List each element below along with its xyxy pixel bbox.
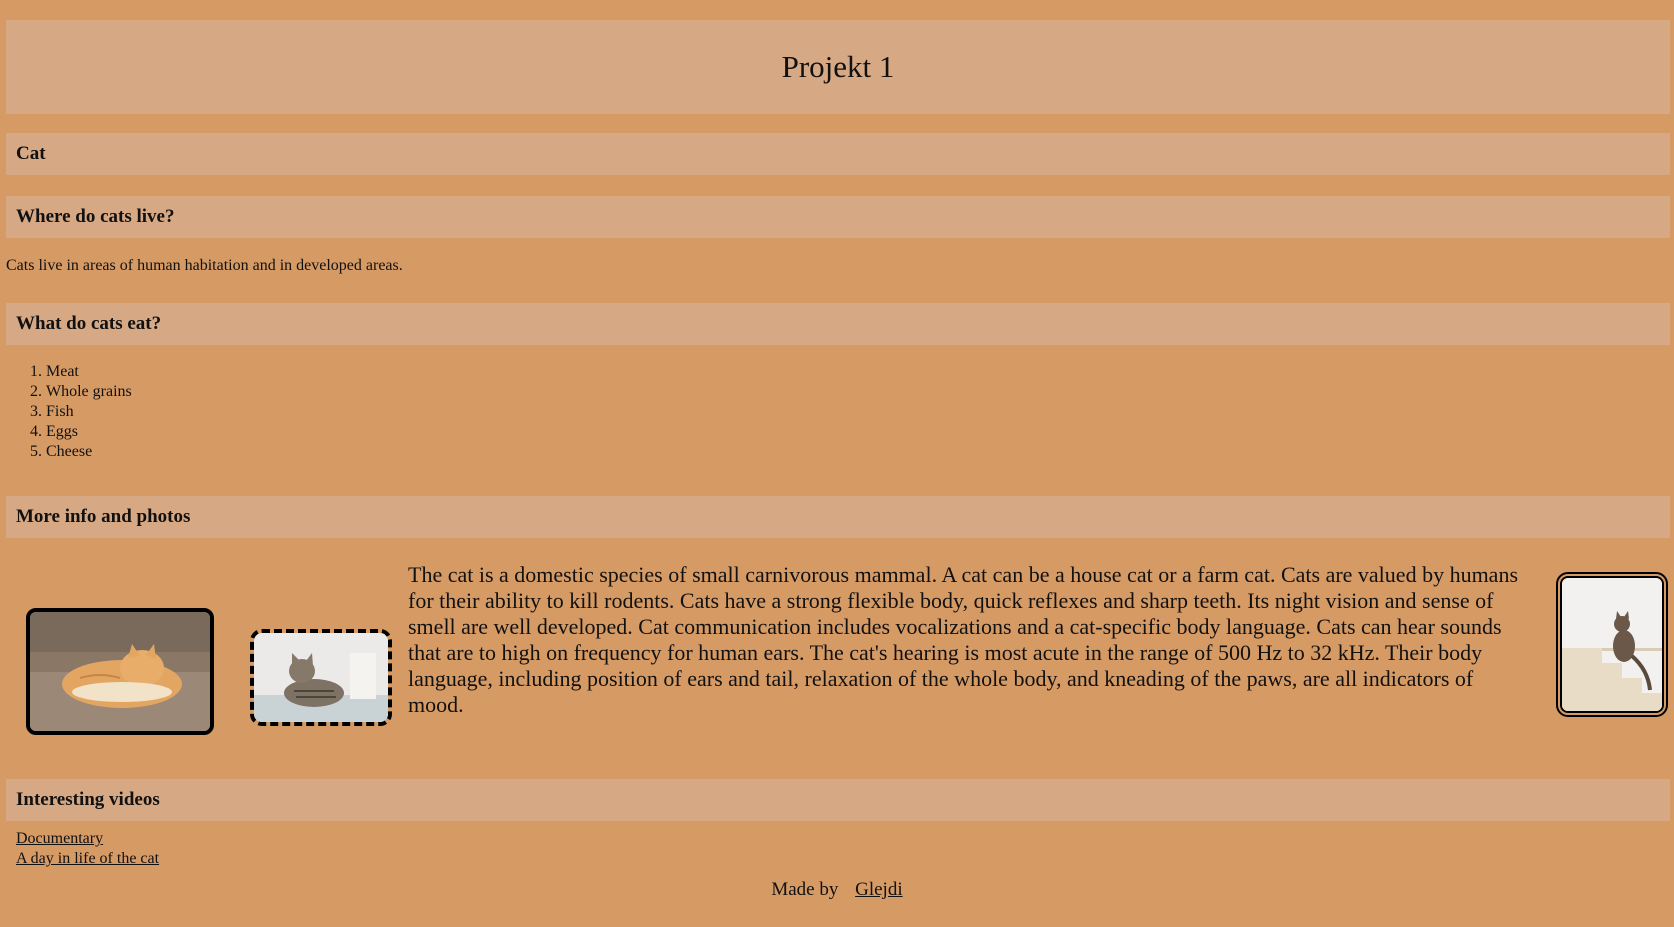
section-heading-eat: What do cats eat?: [6, 303, 1670, 345]
page-title: Projekt 1: [781, 49, 895, 84]
page-title-bar: Projekt 1: [6, 20, 1670, 114]
section-heading-cat-text: Cat: [16, 143, 46, 164]
food-item: Whole grains: [46, 382, 132, 402]
cat-on-stairs-photo: [1556, 572, 1668, 717]
food-item: Fish: [46, 402, 132, 422]
where-text: Cats live in areas of human habitation a…: [6, 257, 403, 274]
day-in-life-link[interactable]: A day in life of the cat: [16, 849, 159, 869]
section-heading-info: More info and photos: [6, 496, 1670, 538]
section-heading-videos-text: Interesting videos: [16, 789, 160, 810]
orange-cat-image: [30, 612, 210, 731]
food-list: Meat Whole grains Fish Eggs Cheese: [6, 362, 132, 462]
orange-cat-photo: [26, 608, 214, 735]
author-link[interactable]: Glejdi: [855, 879, 903, 900]
section-heading-eat-text: What do cats eat?: [16, 313, 162, 334]
video-links: Documentary A day in life of the cat: [16, 829, 159, 869]
info-area: The cat is a domestic species of small c…: [6, 562, 1670, 742]
made-by-text: Made by: [771, 879, 839, 900]
documentary-link[interactable]: Documentary: [16, 829, 159, 849]
section-heading-cat: Cat: [6, 133, 1670, 175]
section-heading-where-text: Where do cats live?: [16, 206, 175, 227]
footer: Made by Glejdi: [0, 879, 1674, 901]
section-heading-where: Where do cats live?: [6, 196, 1670, 238]
food-item: Cheese: [46, 442, 132, 462]
cat-on-stairs-image: [1562, 578, 1662, 711]
food-item: Meat: [46, 362, 132, 382]
tabby-cat-image: [254, 633, 388, 722]
section-heading-info-text: More info and photos: [16, 506, 191, 527]
section-heading-videos: Interesting videos: [6, 779, 1670, 821]
tabby-cat-photo: [250, 629, 392, 726]
food-item: Eggs: [46, 422, 132, 442]
